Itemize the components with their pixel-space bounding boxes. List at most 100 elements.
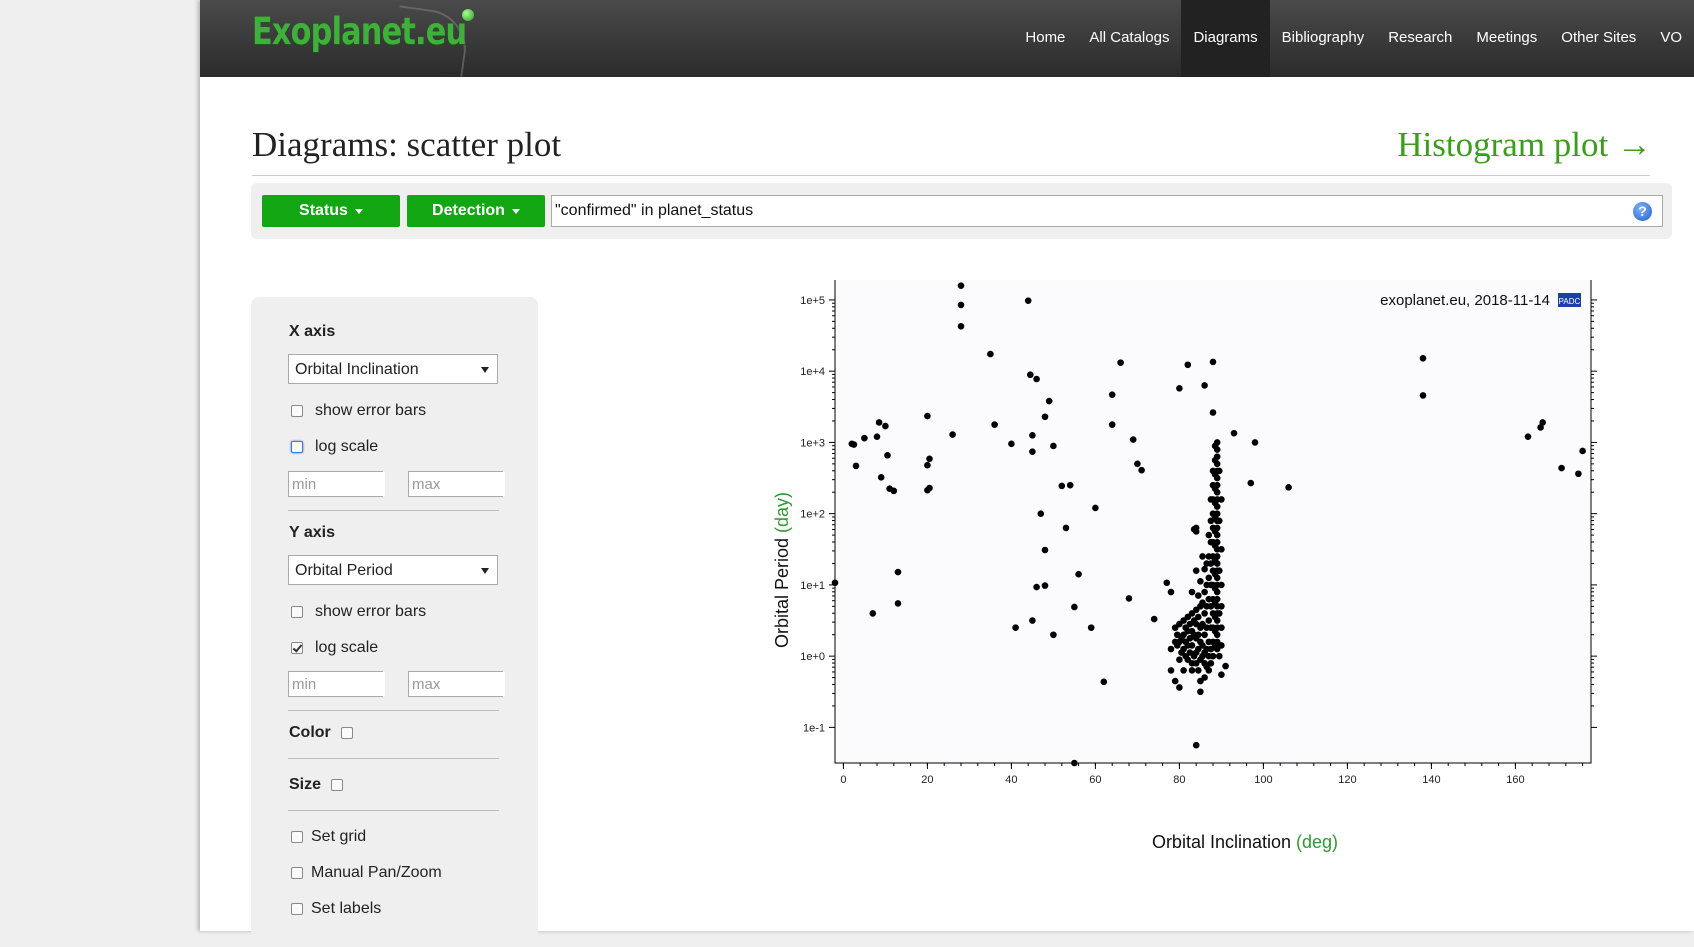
y-tick-label: 1e-1	[803, 722, 825, 734]
y-log-scale-checkbox[interactable]	[291, 642, 303, 654]
set-grid-checkbox[interactable]	[291, 831, 303, 843]
x-axis-selected-value: Orbital Inclination	[295, 361, 419, 378]
y-tick-label: 1e+0	[800, 651, 825, 663]
data-point	[1071, 603, 1078, 611]
chart-date-annotation: exoplanet.eu, 2018-11-14	[1380, 292, 1550, 309]
data-point	[1524, 433, 1532, 441]
data-point	[1218, 545, 1225, 553]
y-tick-label: 1e+3	[800, 437, 825, 449]
y-axis-select[interactable]: Orbital Period	[288, 555, 498, 585]
data-point	[831, 579, 839, 587]
data-point	[1167, 667, 1175, 674]
x-tick-label: 140	[1422, 774, 1440, 786]
color-checkbox[interactable]	[340, 727, 353, 739]
title-divider	[252, 175, 1650, 176]
data-point	[924, 412, 931, 420]
y-log-scale-row: log scale	[291, 638, 378, 658]
data-point	[1171, 677, 1179, 685]
histogram-plot-link[interactable]: Histogram plot →	[1397, 125, 1652, 165]
data-point	[1218, 624, 1225, 631]
size-checkbox[interactable]	[331, 779, 344, 791]
x-max-field[interactable]	[408, 471, 505, 497]
nav-meetings[interactable]: Meetings	[1464, 0, 1549, 77]
y-show-error-bars-label: show error bars	[315, 603, 427, 620]
nav-other-sites[interactable]: Other Sites	[1549, 0, 1648, 77]
data-point	[1419, 392, 1427, 399]
data-point	[861, 434, 868, 442]
data-point	[1205, 553, 1213, 560]
data-point	[1579, 447, 1586, 455]
set-labels-checkbox[interactable]	[291, 903, 303, 915]
data-point	[1033, 375, 1040, 383]
data-point	[1192, 567, 1200, 574]
x-tick-label: 160	[1506, 774, 1524, 786]
data-point	[1218, 602, 1225, 610]
data-point	[869, 610, 877, 617]
status-dropdown-button[interactable]: Status	[262, 195, 400, 227]
x-show-error-bars-checkbox[interactable]	[291, 405, 303, 417]
nav-diagrams[interactable]: Diagrams	[1181, 0, 1270, 77]
data-point	[1066, 481, 1074, 489]
query-input[interactable]: "confirmed" in planet_status ?	[551, 195, 1663, 227]
divider	[288, 758, 499, 759]
page-title: Diagrams: scatter plot	[252, 125, 562, 164]
nav-vo[interactable]: VO	[1648, 0, 1694, 77]
x-axis-select[interactable]: Orbital Inclination	[288, 354, 498, 384]
y-axis-selected-value: Orbital Period	[295, 562, 393, 579]
nav-home[interactable]: Home	[1013, 0, 1077, 77]
data-point	[1199, 553, 1206, 560]
set-labels-row: Set labels	[291, 899, 381, 919]
data-point	[1184, 361, 1192, 369]
help-icon[interactable]: ?	[1633, 202, 1652, 221]
data-point	[1558, 464, 1565, 472]
data-point	[1129, 436, 1137, 443]
x-log-scale-checkbox[interactable]	[291, 441, 303, 453]
data-point	[1050, 442, 1057, 450]
data-point	[1211, 456, 1219, 464]
y-max-input[interactable]	[409, 672, 505, 696]
data-point	[1539, 419, 1546, 426]
data-point	[1100, 678, 1108, 686]
set-grid-row: Set grid	[291, 827, 366, 847]
status-button-label: Status	[299, 202, 348, 219]
data-point	[1216, 652, 1223, 660]
data-point	[852, 462, 860, 470]
y-max-field[interactable]	[408, 671, 505, 697]
data-point	[1230, 429, 1238, 437]
nav-bibliography[interactable]: Bibliography	[1270, 0, 1377, 77]
manual-pan-zoom-label: Manual Pan/Zoom	[311, 864, 442, 881]
detection-dropdown-button[interactable]: Detection	[407, 195, 545, 227]
data-point	[1190, 526, 1198, 533]
y-show-error-bars-checkbox[interactable]	[291, 606, 303, 618]
data-point	[1209, 467, 1217, 475]
y-show-error-bars-row: show error bars	[291, 602, 426, 622]
scatter-chart[interactable]: 0 20 40 60 80 100 120 140 160 1e-1 1e+0 1e+1 1e+2 1e+…	[590, 269, 1694, 931]
data-point	[1205, 638, 1213, 646]
manual-pan-zoom-checkbox[interactable]	[291, 867, 303, 879]
site-logo[interactable]: Exoplanet.eu	[252, 10, 467, 53]
x-min-input[interactable]	[289, 472, 385, 496]
dropdown-arrow-icon	[481, 367, 489, 373]
data-point	[882, 422, 889, 430]
y-log-scale-label: log scale	[315, 639, 379, 656]
data-point	[1050, 631, 1057, 639]
data-point	[1209, 510, 1217, 517]
nav-all-catalogs[interactable]: All Catalogs	[1077, 0, 1181, 77]
data-point	[1033, 583, 1040, 591]
data-point	[1201, 610, 1208, 617]
detection-button-label: Detection	[432, 202, 505, 219]
x-max-input[interactable]	[409, 472, 505, 496]
y-min-field[interactable]	[288, 671, 385, 697]
data-point	[957, 322, 965, 330]
y-tick-label: 1e+2	[800, 509, 825, 521]
data-point	[957, 301, 965, 309]
x-min-field[interactable]	[288, 471, 385, 497]
data-point	[1203, 581, 1210, 589]
data-point	[1195, 592, 1202, 599]
data-point	[1216, 467, 1223, 475]
data-point	[1174, 631, 1181, 639]
data-point	[1218, 671, 1225, 678]
nav-research[interactable]: Research	[1376, 0, 1464, 77]
y-min-input[interactable]	[289, 672, 385, 696]
data-point	[1203, 560, 1210, 567]
